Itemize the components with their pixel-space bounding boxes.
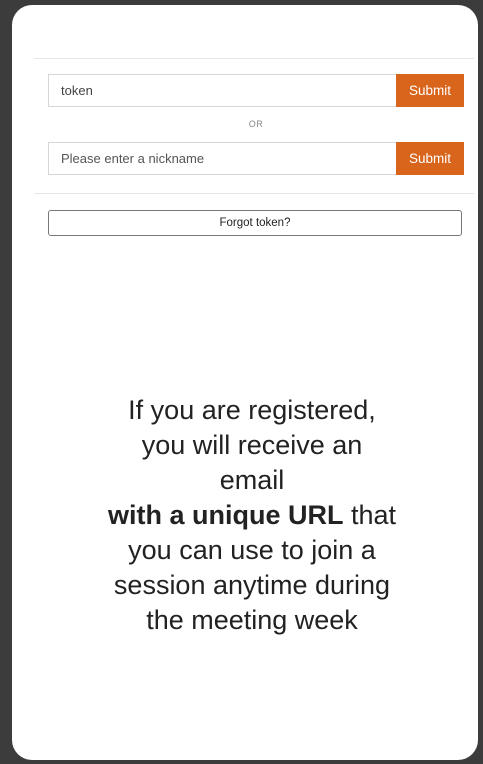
token-input[interactable] <box>48 74 396 107</box>
message-line: session anytime during <box>113 570 391 600</box>
token-form: Submit <box>48 74 464 107</box>
message-line: email <box>219 465 285 495</box>
or-separator: OR <box>248 119 264 129</box>
message-emphasis: with a unique URL <box>107 500 344 530</box>
message-text: that <box>343 500 397 530</box>
nickname-input[interactable] <box>48 142 396 175</box>
message-line: you can use to join a <box>128 535 376 565</box>
message-line: you will receive an <box>141 430 363 460</box>
message-line: the meeting week <box>146 605 358 635</box>
token-submit-button[interactable]: Submit <box>396 74 464 107</box>
top-divider <box>34 58 474 59</box>
middle-divider <box>34 193 474 194</box>
nickname-submit-button[interactable]: Submit <box>396 142 464 175</box>
forgot-token-button[interactable]: Forgot token? <box>48 210 462 236</box>
modal-card: Submit OR Submit Forgot token? If you ar… <box>12 5 478 760</box>
message-line: with a unique URL that <box>52 498 452 533</box>
message-line: If you are registered, <box>128 395 376 425</box>
nickname-form: Submit <box>48 142 464 175</box>
registration-message: If you are registered, you will receive … <box>52 393 452 638</box>
